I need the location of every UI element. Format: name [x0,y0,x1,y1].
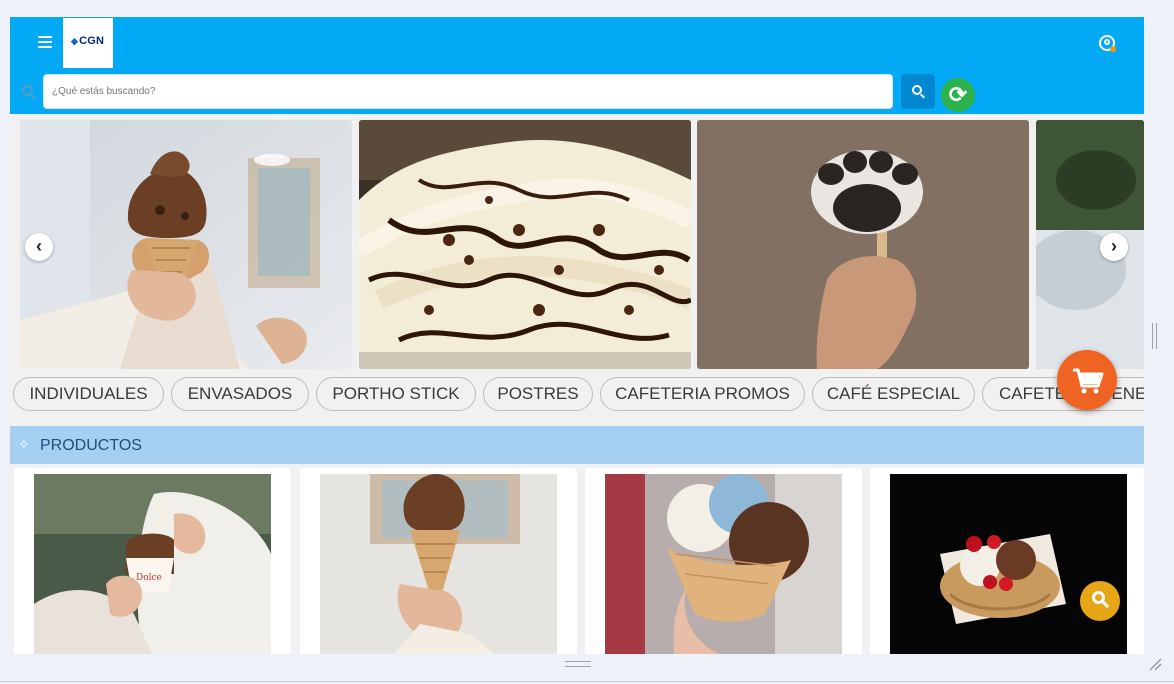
product-card[interactable] [300,468,577,654]
carousel-slide[interactable] [697,120,1029,369]
product-image: Dolce [34,474,271,654]
cart-icon [1073,368,1104,394]
section-title: PRODUCTOS [40,437,142,454]
resize-grip-icon[interactable] [1148,657,1162,671]
hamburger-menu-icon[interactable] [38,36,52,48]
category-chip[interactable]: CAFÉ ESPECIAL [812,377,975,411]
carousel-next-button[interactable]: › [1100,233,1128,261]
carousel-slide[interactable] [20,120,352,369]
products-section-header: ✧ PRODUCTOS [10,426,1144,464]
logo-text: CGN [79,35,105,47]
search-row: ⟳ [10,72,1144,114]
zoom-icon [1092,591,1105,604]
app-frame: ◆CGN ⟳ [10,17,1144,654]
category-chip[interactable]: CAFETERIA PROMOS [600,377,805,411]
refresh-button[interactable]: ⟳ [941,78,975,112]
category-chip[interactable]: POSTRES [483,377,593,411]
horizontal-resize-handle[interactable] [565,661,591,667]
category-chip[interactable]: INDIVIDUALES [13,377,164,411]
zoom-button[interactable] [1080,581,1120,621]
search-icon [22,85,33,96]
product-card[interactable] [585,468,862,654]
vertical-resize-handle[interactable] [1152,323,1157,349]
top-bar: ◆CGN [10,17,1144,72]
scroll-gutter [1144,17,1174,654]
product-image [320,474,557,654]
logo[interactable]: ◆CGN [63,18,113,68]
sparkle-icon: ✧ [18,436,30,452]
logo-drop-icon: ◆ [71,36,79,46]
magnifier-icon [912,85,922,95]
image-carousel: ‹ › [10,120,1144,369]
refresh-icon: ⟳ [948,82,968,107]
search-input[interactable] [43,74,893,109]
category-chip[interactable]: PORTHO STICK [316,377,476,411]
carousel-prev-button[interactable]: ‹ [25,233,53,261]
notification-dot [1110,46,1116,52]
product-card[interactable] [870,468,1144,654]
window-border [0,681,1174,682]
carousel-slide[interactable] [359,120,691,369]
product-image [605,474,842,654]
product-card[interactable]: Dolce [14,468,291,654]
category-chip[interactable]: ENVASADOS [171,377,309,411]
svg-text:Dolce: Dolce [136,573,162,583]
product-image [890,474,1127,654]
search-button[interactable] [901,74,935,109]
category-chips: INDIVIDUALES ENVASADOS PORTHO STICK POST… [10,376,1144,414]
cart-button[interactable] [1057,350,1117,410]
